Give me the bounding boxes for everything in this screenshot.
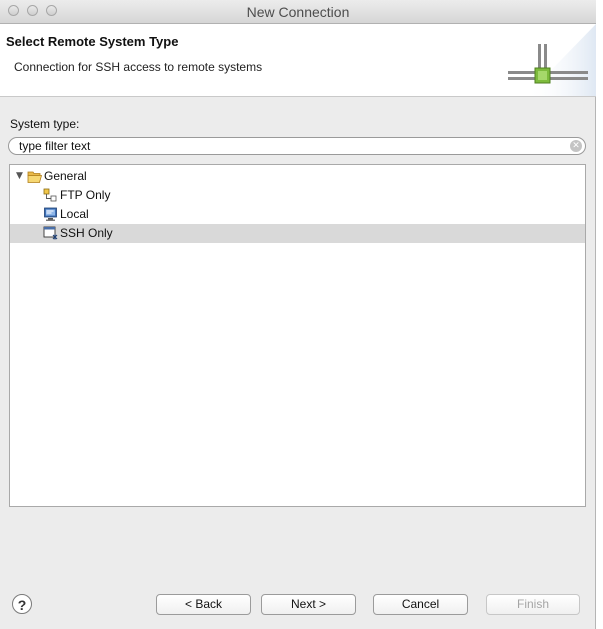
window-title: New Connection [246, 4, 350, 20]
wizard-header: Select Remote System Type Connection for… [0, 24, 596, 97]
tree-item-label: Local [60, 207, 89, 221]
tree-item-label: General [44, 169, 87, 183]
ftp-icon [43, 188, 57, 202]
new-connection-dialog: New Connection Select Remote System Type… [0, 0, 596, 629]
tree-item-ssh-only[interactable]: SSH Only [10, 224, 585, 243]
cancel-button[interactable]: Cancel [373, 594, 468, 615]
expanded-triangle-icon[interactable]: ▼ [16, 167, 23, 186]
title-bar[interactable]: New Connection [0, 0, 596, 24]
filter-field[interactable]: ✕ [8, 137, 586, 155]
tree-item-local[interactable]: Local [10, 205, 585, 224]
network-connection-icon [508, 24, 596, 96]
page-description: Connection for SSH access to remote syst… [14, 60, 263, 74]
finish-button[interactable]: Finish [486, 594, 580, 615]
next-button[interactable]: Next > [261, 594, 356, 615]
help-button[interactable]: ? [12, 594, 32, 614]
folder-open-icon [27, 171, 43, 183]
ssh-icon [43, 226, 58, 240]
tree-item-general[interactable]: ▼ General [10, 167, 585, 186]
system-type-tree[interactable]: ▼ General FTP Only Local SSH Only [9, 164, 586, 507]
tree-item-ftp-only[interactable]: FTP Only [10, 186, 585, 205]
system-type-label: System type: [10, 117, 80, 131]
monitor-icon [44, 207, 57, 221]
page-title: Select Remote System Type [6, 34, 179, 49]
tree-item-label: FTP Only [60, 188, 111, 202]
back-button[interactable]: < Back [156, 594, 251, 615]
tree-item-label: SSH Only [60, 226, 113, 240]
filter-input[interactable] [19, 138, 559, 154]
clear-filter-icon[interactable]: ✕ [570, 140, 582, 152]
